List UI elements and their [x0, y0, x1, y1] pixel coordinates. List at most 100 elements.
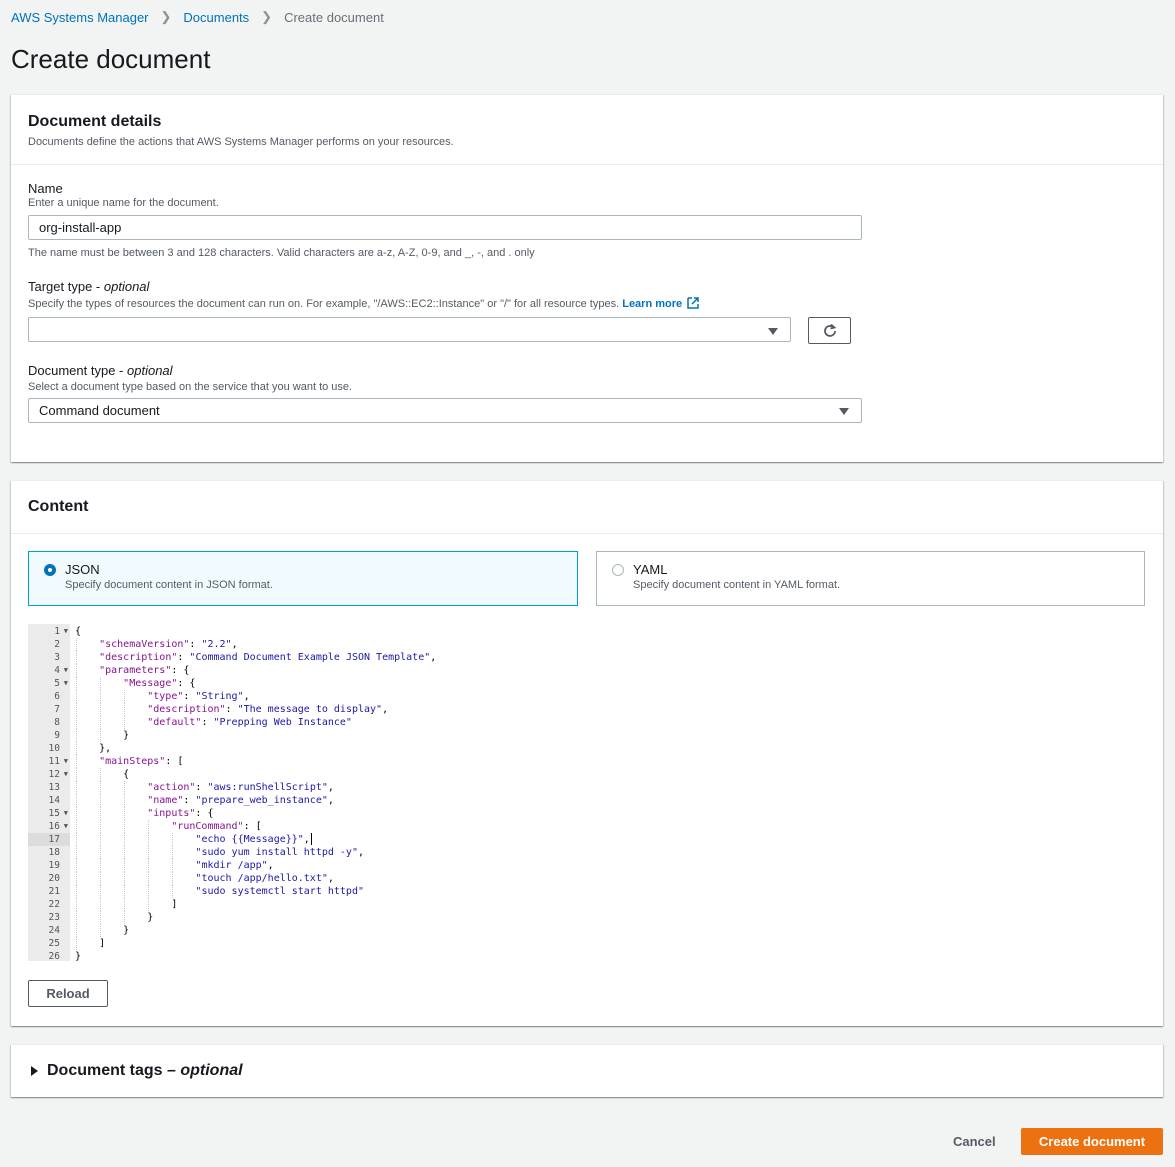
indent-guide: [124, 690, 126, 703]
fold-arrow-icon[interactable]: ▼: [64, 820, 68, 833]
code-line: "runCommand": [: [171, 821, 262, 832]
indent-guide: [76, 820, 77, 833]
code-line: ]: [75, 938, 106, 949]
code-line: "mainSteps": [: [99, 756, 184, 767]
indent-guide: [148, 846, 150, 859]
indent-guide: [148, 872, 150, 885]
code-line: "description": "The message to display",: [147, 704, 389, 715]
indent-guide: [76, 846, 77, 859]
indent-guide: [172, 859, 174, 872]
learn-more-link[interactable]: Learn more: [622, 297, 699, 310]
line-number[interactable]: 15 ▼: [28, 807, 70, 820]
document-type-label: Document type - optional: [28, 363, 173, 378]
line-number: 26: [48, 951, 60, 962]
fold-arrow-icon[interactable]: ▼: [64, 677, 68, 690]
line-number[interactable]: 16 ▼: [28, 820, 70, 833]
code-line: ]: [75, 899, 178, 910]
indent-guide: [100, 898, 102, 911]
indent-guide: [100, 703, 102, 716]
cancel-button[interactable]: Cancel: [953, 1134, 996, 1149]
code-editor[interactable]: 1 ▼ 2 3 4 ▼ 5 ▼ 6 7 8 9 10 11 ▼ 12 ▼ 13 14 15 ▼ 16 ▼ 17 18 19 20 21…: [28, 624, 1152, 962]
fold-arrow-icon[interactable]: ▼: [64, 768, 68, 781]
fold-arrow-icon[interactable]: ▼: [64, 755, 68, 768]
indent-guide: [124, 859, 126, 872]
indent-guide: [124, 846, 126, 859]
code-line: "default": "Prepping Web Instance": [147, 717, 352, 728]
line-number: 20: [48, 873, 60, 884]
document-details-panel: Document details Documents define the ac…: [11, 94, 1163, 462]
indent-guide: [76, 885, 77, 898]
line-number: 21: [48, 886, 60, 897]
format-option-json[interactable]: JSON Specify document content in JSON fo…: [28, 551, 578, 606]
document-type-select[interactable]: Command document: [28, 398, 862, 423]
indent-guide: [76, 690, 77, 703]
target-type-select[interactable]: [28, 317, 791, 342]
line-number: 3: [54, 652, 60, 663]
code-line: {: [75, 626, 82, 637]
code-line: }: [75, 951, 82, 962]
indent-guide: [76, 937, 77, 950]
reload-button[interactable]: Reload: [28, 980, 108, 1007]
line-number: 13: [48, 782, 60, 793]
fold-arrow-icon[interactable]: ▼: [64, 664, 68, 677]
indent-guide: [124, 807, 126, 820]
indent-guide: [124, 885, 126, 898]
indent-guide: [100, 677, 102, 690]
line-number: 18: [48, 847, 60, 858]
line-number: 8: [54, 717, 60, 728]
refresh-icon: [823, 323, 836, 337]
breadcrumb-link-documents[interactable]: Documents: [183, 10, 249, 25]
document-tags-toggle[interactable]: Document tags – optional: [31, 1062, 243, 1080]
indent-guide: [100, 690, 102, 703]
indent-guide: [76, 651, 77, 664]
line-number[interactable]: 4 ▼: [28, 664, 70, 677]
indent-guide: [76, 872, 77, 885]
indent-guide: [76, 638, 77, 651]
format-option-title: JSON: [65, 562, 100, 577]
code-line: "touch /app/hello.txt",: [195, 873, 334, 884]
indent-guide: [100, 729, 102, 742]
line-number[interactable]: 5 ▼: [28, 677, 70, 690]
indent-guide: [124, 794, 126, 807]
line-number: 22: [48, 899, 60, 910]
line-number[interactable]: 11 ▼: [28, 755, 70, 768]
indent-guide: [76, 703, 77, 716]
external-link-icon: [687, 297, 699, 309]
indent-guide: [124, 833, 126, 846]
format-option-yaml[interactable]: YAML Specify document content in YAML fo…: [596, 551, 1145, 606]
create-document-button[interactable]: Create document: [1021, 1128, 1163, 1155]
document-details-title: Document details: [28, 113, 162, 130]
breadcrumb-link-systems-manager[interactable]: AWS Systems Manager: [11, 10, 149, 25]
line-number[interactable]: 12 ▼: [28, 768, 70, 781]
refresh-button[interactable]: [808, 317, 851, 344]
indent-guide: [76, 898, 77, 911]
name-input[interactable]: org-install-app: [28, 215, 862, 240]
indent-guide: [124, 820, 126, 833]
document-details-header: Document details Documents define the ac…: [11, 95, 1163, 165]
indent-guide: [148, 898, 150, 911]
code-line: }: [75, 912, 154, 923]
caret-down-icon: [839, 408, 849, 415]
indent-guide: [148, 859, 150, 872]
indent-guide: [100, 846, 102, 859]
fold-arrow-icon[interactable]: ▼: [64, 807, 68, 820]
chevron-right-icon: ❯: [261, 9, 273, 24]
name-label: Name: [28, 181, 63, 196]
radio-unselected-icon[interactable]: [612, 564, 624, 576]
indent-guide: [76, 742, 77, 755]
indent-guide: [76, 768, 77, 781]
indent-guide: [76, 729, 77, 742]
indent-guide: [100, 781, 102, 794]
document-tags-panel[interactable]: Document tags – optional: [11, 1044, 1163, 1097]
indent-guide: [76, 794, 77, 807]
fold-arrow-icon[interactable]: ▼: [64, 625, 68, 638]
content-panel: Content JSON Specify document content in…: [11, 480, 1163, 1026]
line-number[interactable]: 1 ▼: [28, 625, 70, 638]
breadcrumb: AWS Systems Manager ❯ Documents ❯ Create…: [11, 9, 384, 25]
radio-selected-icon[interactable]: [44, 564, 56, 576]
indent-guide: [100, 768, 102, 781]
code-line: "parameters": {: [99, 665, 190, 676]
indent-guide: [76, 807, 77, 820]
text-cursor: [310, 833, 312, 845]
line-number: 25: [48, 938, 60, 949]
